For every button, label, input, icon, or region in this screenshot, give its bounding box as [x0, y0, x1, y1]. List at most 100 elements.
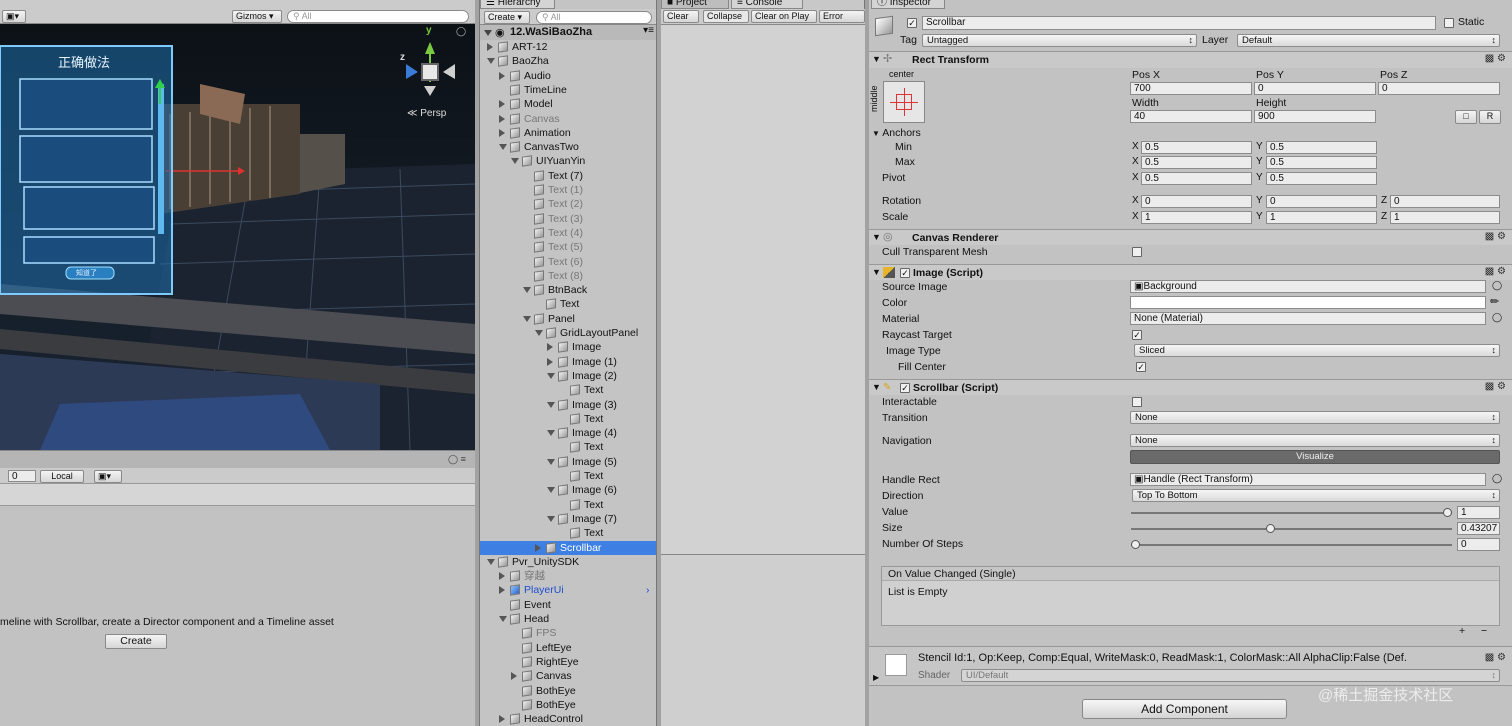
handle-rect-field[interactable]: ▣Handle (Rect Transform)	[1130, 473, 1486, 486]
value-field[interactable]: 1	[1457, 506, 1500, 519]
fill-center-checkbox[interactable]: ✓	[1136, 362, 1146, 372]
rect-transform-header[interactable]: ▼ ✢ Rect Transform ▩ ⚙	[869, 51, 1512, 68]
anchor-max-x-field[interactable]: 0.5	[1141, 156, 1252, 169]
expanded-arrow-icon[interactable]	[547, 401, 555, 408]
expanded-arrow-icon[interactable]	[511, 158, 519, 165]
hierarchy-item[interactable]: FPS	[480, 626, 656, 640]
expanded-arrow-icon[interactable]	[547, 458, 555, 465]
source-image-field[interactable]: ▣Background	[1130, 280, 1486, 293]
expanded-arrow-icon[interactable]	[547, 372, 555, 379]
gizmos-dropdown[interactable]: Gizmos ▾	[232, 10, 282, 23]
scene-view[interactable]: y z ◯ ≪ Persp 正确做法 知道了	[0, 24, 475, 450]
hierarchy-item[interactable]: GridLayoutPanel	[480, 326, 656, 340]
hierarchy-item[interactable]: Head	[480, 612, 656, 626]
collapsed-arrow-icon[interactable]	[499, 715, 505, 724]
scale-x-field[interactable]: 1	[1141, 211, 1252, 224]
hierarchy-item[interactable]: Text (6)	[480, 255, 656, 269]
error-pause-button[interactable]: Error Pau	[819, 10, 865, 23]
source-image-picker-icon[interactable]: ◯	[1492, 280, 1502, 291]
collapsed-arrow-icon[interactable]	[547, 343, 553, 352]
hierarchy-tab[interactable]: ☰ Hierarchy	[480, 0, 555, 9]
remove-listener-button[interactable]: −	[1481, 625, 1487, 637]
collapsed-arrow-icon[interactable]	[499, 586, 505, 595]
raycast-checkbox[interactable]: ✓	[1132, 330, 1142, 340]
hierarchy-item[interactable]: Panel	[480, 312, 656, 326]
hierarchy-item[interactable]: Image (2)	[480, 369, 656, 383]
expanded-arrow-icon[interactable]	[523, 287, 531, 294]
steps-slider-knob[interactable]	[1131, 540, 1140, 549]
collapse-button[interactable]: Collapse	[703, 10, 749, 23]
add-listener-button[interactable]: +	[1459, 625, 1465, 637]
timeline-view-dropdown[interactable]: ▣▾	[94, 470, 122, 483]
rotation-x-field[interactable]: 0	[1141, 195, 1252, 208]
scrollbar-enabled-checkbox[interactable]: ✓	[900, 383, 910, 393]
expanded-arrow-icon[interactable]	[547, 487, 555, 494]
rotation-y-field[interactable]: 0	[1266, 195, 1377, 208]
steps-slider[interactable]	[1131, 540, 1452, 550]
material-picker-icon[interactable]: ◯	[1492, 312, 1502, 323]
interactable-checkbox[interactable]	[1132, 397, 1142, 407]
hierarchy-item[interactable]: Image (4)	[480, 426, 656, 440]
tag-dropdown[interactable]: Untagged	[922, 34, 1197, 47]
hierarchy-item[interactable]: BaoZha	[480, 54, 656, 68]
hierarchy-item[interactable]: Canvas	[480, 112, 656, 126]
hierarchy-item[interactable]: Event	[480, 598, 656, 612]
prefab-open-arrow-icon[interactable]: ›	[646, 583, 650, 597]
rotation-z-field[interactable]: 0	[1390, 195, 1500, 208]
clear-button[interactable]: Clear	[663, 10, 699, 23]
expanded-arrow-icon[interactable]	[547, 515, 555, 522]
lock-icon[interactable]: ◯	[456, 26, 466, 37]
hierarchy-item[interactable]: HeadControl	[480, 712, 656, 726]
hierarchy-scene-row[interactable]: ◉ 12.WaSiBaoZha ▾≡	[480, 25, 656, 40]
hierarchy-item[interactable]: Text (2)	[480, 197, 656, 211]
hierarchy-item[interactable]: Animation	[480, 126, 656, 140]
hierarchy-item[interactable]: Image (1)	[480, 355, 656, 369]
scene-menu-button[interactable]: ▣▾	[2, 10, 26, 23]
hierarchy-item[interactable]: Image (7)	[480, 512, 656, 526]
image-enabled-checkbox[interactable]: ✓	[900, 268, 910, 278]
direction-dropdown[interactable]: Top To Bottom	[1132, 489, 1500, 502]
size-field[interactable]: 0.43207	[1457, 522, 1500, 535]
hierarchy-item[interactable]: Text (8)	[480, 269, 656, 283]
hierarchy-item[interactable]: Text	[480, 498, 656, 512]
expanded-arrow-icon[interactable]	[487, 558, 495, 565]
hierarchy-item[interactable]: Text (7)	[480, 169, 656, 183]
pos-z-field[interactable]: 0	[1378, 82, 1500, 95]
hierarchy-item[interactable]: BothEye	[480, 684, 656, 698]
console-log-area[interactable]	[661, 24, 865, 554]
clear-on-play-button[interactable]: Clear on Play	[751, 10, 817, 23]
console-tab[interactable]: ≡ Console	[731, 0, 803, 9]
hierarchy-item[interactable]: Text (4)	[480, 226, 656, 240]
material-fold-icon[interactable]: ▶	[873, 673, 879, 682]
hierarchy-item[interactable]: BothEye	[480, 698, 656, 712]
hierarchy-item[interactable]: LeftEye	[480, 641, 656, 655]
active-checkbox[interactable]: ✓	[907, 18, 917, 28]
image-fold-icon[interactable]: ▼	[872, 267, 881, 277]
anchor-max-y-field[interactable]: 0.5	[1266, 156, 1377, 169]
anchor-preset-button[interactable]	[883, 81, 925, 123]
width-field[interactable]: 40	[1130, 110, 1252, 123]
project-tab[interactable]: ■ Project	[661, 0, 729, 9]
collapsed-arrow-icon[interactable]	[511, 672, 517, 681]
steps-field[interactable]: 0	[1457, 538, 1500, 551]
timeline-create-button[interactable]: Create	[105, 634, 167, 649]
anchor-min-y-field[interactable]: 0.5	[1266, 141, 1377, 154]
raw-edit-button[interactable]: R	[1479, 110, 1501, 124]
expanded-arrow-icon[interactable]	[547, 430, 555, 437]
scene-collapse-arrow[interactable]	[484, 30, 492, 36]
inspector-tab[interactable]: ⓘ Inspector	[871, 0, 945, 9]
hierarchy-item[interactable]: PlayerUi ›	[480, 583, 656, 597]
object-name-field[interactable]: Scrollbar	[922, 16, 1436, 30]
hierarchy-item[interactable]: Audio	[480, 69, 656, 83]
hierarchy-item[interactable]: Text	[480, 440, 656, 454]
value-slider[interactable]	[1131, 508, 1452, 518]
scrollbar-fold-icon[interactable]: ▼	[872, 382, 881, 392]
hierarchy-item[interactable]: CanvasTwo	[480, 140, 656, 154]
scrollbar-header-icons[interactable]: ▩ ⚙	[1485, 381, 1506, 392]
image-header[interactable]: ▼ ✓ Image (Script) ▩ ⚙	[869, 264, 1512, 280]
collapsed-arrow-icon[interactable]	[499, 128, 505, 137]
size-slider[interactable]	[1131, 524, 1452, 534]
static-checkbox[interactable]	[1444, 18, 1454, 28]
hierarchy-item[interactable]: Image	[480, 340, 656, 354]
canvas-renderer-header-icons[interactable]: ▩ ⚙	[1485, 231, 1506, 242]
